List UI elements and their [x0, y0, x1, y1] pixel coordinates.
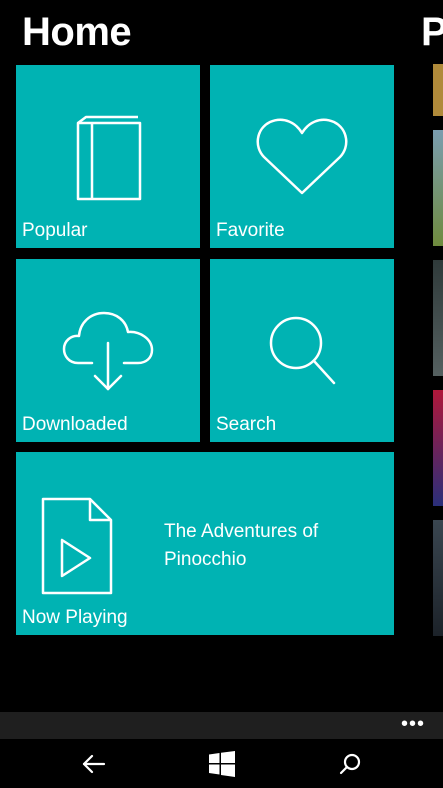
windows-logo-icon	[209, 750, 235, 777]
back-arrow-icon	[82, 754, 106, 773]
app-bar: •••	[0, 712, 443, 739]
now-playing-book-title: The Adventures of Pinocchio	[164, 521, 319, 570]
downloaded-label: Downloaded	[22, 414, 128, 435]
next-pivot-title-peek[interactable]: P	[421, 8, 443, 56]
search-tile[interactable]: Search	[210, 259, 394, 442]
media-file-play-icon	[41, 497, 113, 595]
book-icon	[76, 115, 142, 201]
book-cover-peek[interactable]	[433, 390, 443, 506]
book-cover-peek[interactable]	[433, 260, 443, 376]
book-cover-peek[interactable]	[433, 64, 443, 116]
search-nav-button[interactable]	[320, 739, 380, 788]
book-cover-peek[interactable]	[433, 520, 443, 636]
popular-tile[interactable]: Popular	[16, 65, 200, 248]
start-button[interactable]	[192, 739, 252, 788]
popular-label: Popular	[22, 220, 88, 241]
back-button[interactable]	[64, 739, 124, 788]
now-playing-tile[interactable]: The Adventures of Pinocchio Now Playing	[16, 452, 394, 635]
page-title: Home	[22, 10, 132, 54]
search-label: Search	[216, 414, 277, 435]
favorite-tile[interactable]: Favorite	[210, 65, 394, 248]
book-cover-peek[interactable]	[433, 130, 443, 246]
heart-icon	[256, 118, 348, 195]
search-icon	[269, 316, 336, 385]
downloaded-tile[interactable]: Downloaded	[16, 259, 200, 442]
favorite-label: Favorite	[216, 220, 285, 241]
now-playing-label: Now Playing	[22, 607, 128, 628]
navigation-bar	[0, 739, 443, 788]
more-options-button[interactable]: •••	[401, 714, 425, 734]
cloud-download-icon	[62, 311, 154, 391]
search-icon	[339, 753, 361, 774]
